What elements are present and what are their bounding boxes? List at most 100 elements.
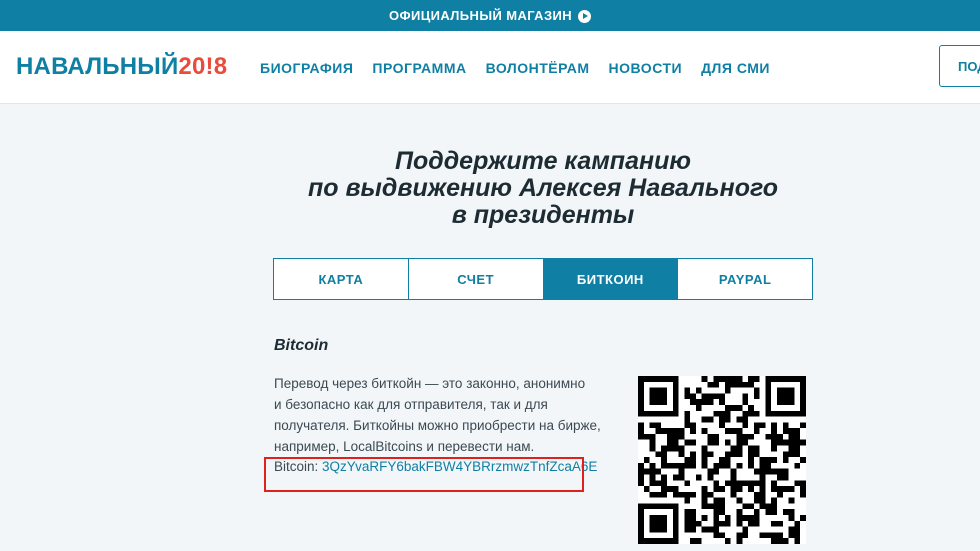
- official-store-bar[interactable]: ОФИЦИАЛЬНЫЙ МАГАЗИН: [0, 0, 980, 31]
- qr-module: [765, 410, 772, 417]
- nav-volunteers[interactable]: ВОЛОНТЁРАМ: [486, 60, 590, 76]
- qr-module: [782, 393, 789, 400]
- qr-module: [690, 422, 696, 429]
- qr-module: [661, 538, 667, 544]
- qr-module: [736, 520, 743, 527]
- qr-module: [742, 393, 749, 400]
- qr-module: [736, 480, 743, 487]
- qr-module: [684, 526, 691, 533]
- qr-module: [753, 387, 760, 394]
- qr-module: [777, 486, 783, 492]
- qr-module: [649, 474, 656, 481]
- qr-module: [655, 480, 662, 487]
- qr-module: [666, 410, 673, 417]
- tab-card[interactable]: КАРТА: [274, 259, 409, 299]
- logo-year: 20!8: [178, 53, 228, 80]
- qr-module: [771, 509, 778, 516]
- qr-module: [684, 393, 691, 400]
- qr-module: [724, 462, 731, 469]
- qr-module: [800, 376, 806, 382]
- qr-module: [713, 486, 720, 492]
- qr-module: [690, 509, 696, 516]
- qr-module: [800, 381, 806, 388]
- qr-module: [672, 428, 679, 434]
- qr-module: [771, 468, 778, 475]
- qr-module: [788, 387, 795, 394]
- qr-module: [748, 503, 754, 510]
- nav-press[interactable]: ДЛЯ СМИ: [701, 60, 770, 76]
- qr-module: [661, 491, 667, 498]
- qr-module: [649, 439, 656, 446]
- qr-module: [695, 404, 702, 411]
- qr-module: [672, 532, 679, 539]
- qr-module: [638, 399, 644, 405]
- qr-module: [788, 428, 795, 434]
- qr-module: [788, 497, 795, 504]
- qr-module: [649, 515, 656, 521]
- qr-module: [684, 497, 691, 504]
- qr-module: [794, 520, 801, 527]
- qr-module: [672, 509, 679, 516]
- qr-module: [759, 491, 766, 498]
- qr-module: [765, 509, 772, 516]
- qr-module: [759, 474, 766, 481]
- tab-bitcoin[interactable]: БИТКОИН: [543, 259, 679, 299]
- qr-module: [753, 497, 760, 504]
- nav-program[interactable]: ПРОГРАММА: [372, 60, 466, 76]
- site-logo[interactable]: НАВАЛЬНЫЙ20!8: [16, 53, 227, 81]
- qr-module: [765, 462, 772, 469]
- tab-paypal[interactable]: PAYPAL: [678, 259, 812, 299]
- qr-module: [638, 410, 644, 417]
- qr-module: [736, 515, 743, 521]
- qr-module: [748, 480, 754, 487]
- tab-account[interactable]: СЧЕТ: [409, 259, 544, 299]
- qr-module: [684, 416, 691, 423]
- qr-module: [638, 526, 644, 533]
- qr-module: [724, 538, 731, 544]
- qr-module: [684, 480, 691, 487]
- qr-module: [748, 486, 754, 492]
- qr-module: [736, 445, 743, 452]
- qr-module: [765, 399, 772, 405]
- play-circle-icon: [578, 10, 592, 23]
- qr-module: [788, 509, 795, 516]
- qr-module: [690, 428, 696, 434]
- qr-module: [672, 445, 679, 452]
- qr-module: [777, 399, 783, 405]
- qr-module: [753, 410, 760, 417]
- qr-module: [638, 520, 644, 527]
- qr-module: [765, 381, 772, 388]
- qr-module: [724, 376, 731, 382]
- qr-module: [678, 445, 685, 452]
- official-store-label: ОФИЦИАЛЬНЫЙ МАГАЗИН: [388, 8, 573, 23]
- section-title: Bitcoin: [274, 337, 329, 354]
- qr-module: [649, 491, 656, 498]
- qr-module: [701, 503, 708, 510]
- qr-module: [678, 433, 685, 440]
- qr-module: [638, 538, 644, 544]
- qr-module: [655, 376, 662, 382]
- qr-module: [736, 404, 743, 411]
- qr-module: [684, 457, 691, 463]
- title-line-2: по выдвижению Алексея Навального: [307, 174, 779, 202]
- donate-header-button[interactable]: ПОД: [939, 45, 980, 87]
- qr-module: [638, 404, 644, 411]
- qr-module: [765, 393, 772, 400]
- qr-module: [794, 538, 801, 544]
- qr-module: [638, 422, 644, 429]
- qr-module: [724, 457, 731, 463]
- qr-module: [730, 486, 737, 492]
- qr-module: [690, 491, 696, 498]
- qr-module: [684, 520, 691, 527]
- nav-news[interactable]: НОВОСТИ: [609, 60, 683, 76]
- qr-module: [655, 422, 662, 429]
- qr-module: [765, 433, 772, 440]
- qr-module: [788, 433, 795, 440]
- qr-module: [753, 376, 760, 382]
- qr-module: [707, 474, 714, 481]
- qr-module: [655, 538, 662, 544]
- qr-module: [661, 526, 667, 533]
- qr-module: [794, 376, 801, 382]
- nav-biography[interactable]: БИОГРАФИЯ: [260, 60, 353, 76]
- qr-module: [661, 428, 667, 434]
